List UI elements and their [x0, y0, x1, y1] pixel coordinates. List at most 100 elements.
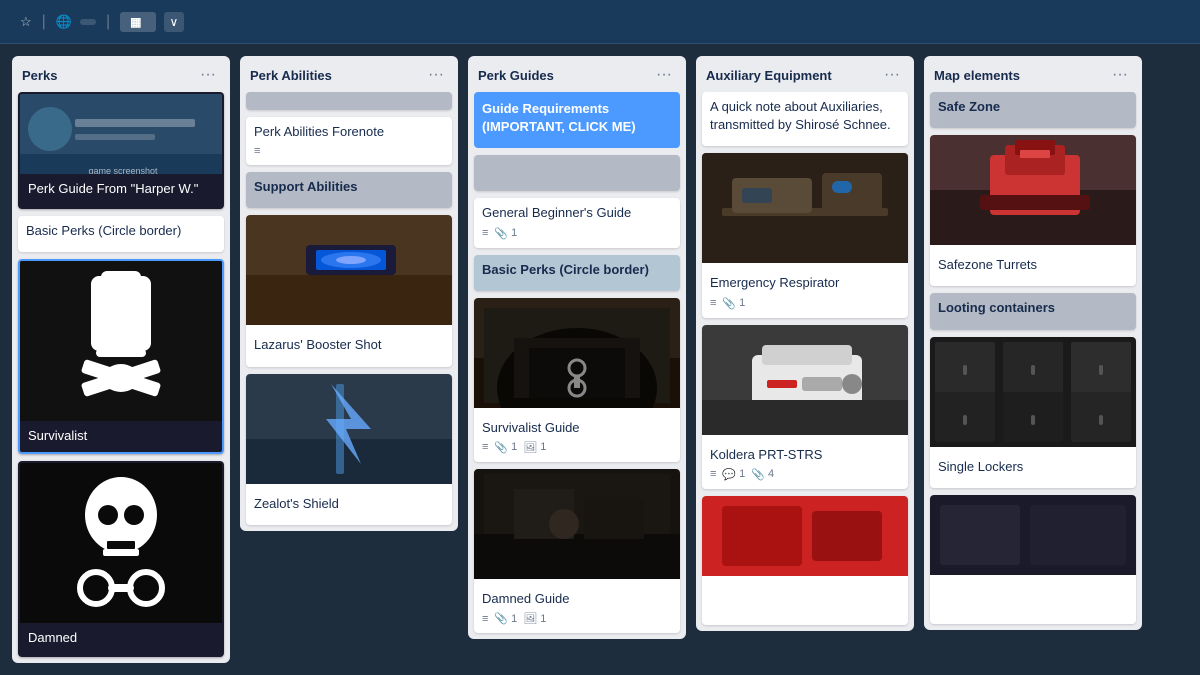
attachment-icon: 📎 — [494, 441, 508, 454]
svg-text:game screenshot: game screenshot — [88, 166, 158, 174]
card-body: Support Abilities — [246, 172, 452, 208]
card-title: Safe Zone — [938, 98, 1128, 116]
card-title: Perk Guide From "Harper W." — [28, 180, 214, 198]
column-menu-button[interactable]: ··· — [880, 64, 904, 86]
card[interactable]: Damned Guide ≡📎1🖼1 — [474, 469, 680, 633]
column-header: Auxiliary Equipment ··· — [696, 56, 914, 92]
card-body: Basic Perks (Circle border) — [18, 216, 224, 251]
divider: | — [42, 13, 46, 31]
card-body: Lazarus' Booster Shot — [246, 330, 452, 366]
card[interactable]: General Beginner's Guide ≡📎1 — [474, 198, 680, 247]
attachment-badge: 📎1 — [722, 297, 745, 310]
card[interactable] — [930, 495, 1136, 624]
column-menu-button[interactable]: ··· — [652, 64, 676, 86]
column-title: Perks — [22, 68, 57, 83]
card[interactable]: Emergency Respirator ≡ 📎1 — [702, 153, 908, 317]
image-count: 1 — [540, 613, 546, 625]
attachment-count: 1 — [511, 441, 517, 453]
card[interactable] — [246, 92, 452, 110]
card[interactable]: Koldera PRT-STRS ≡💬1📎4 — [702, 325, 908, 489]
card-title: Emergency Respirator — [710, 274, 900, 292]
card-body: Survivalist Guide ≡📎1🖼1 — [474, 413, 680, 462]
card[interactable]: Safezone Turrets — [930, 135, 1136, 286]
column-title: Perk Guides — [478, 68, 554, 83]
column-cards: Safe Zone Safezone Turrets Looting conta… — [924, 92, 1142, 630]
card-title: Lazarus' Booster Shot — [254, 336, 444, 354]
image-badge: 🖼1 — [523, 441, 546, 454]
visibility-badge — [80, 19, 96, 25]
card[interactable]: Damned — [18, 461, 224, 657]
description-badge: ≡ — [482, 441, 488, 453]
card[interactable]: Basic Perks (Circle border) — [474, 255, 680, 291]
card-image — [20, 463, 222, 623]
card-title: Safezone Turrets — [938, 256, 1128, 274]
column-menu-button[interactable]: ··· — [196, 64, 220, 86]
column-header: Perk Abilities ··· — [240, 56, 458, 92]
attachment-icon: 📎 — [751, 468, 765, 481]
card[interactable]: Guide Requirements (IMPORTANT, CLICK ME) — [474, 92, 680, 148]
card-body: Damned Guide ≡📎1🖼1 — [474, 584, 680, 633]
column-perk-abilities: Perk Abilities ··· Perk Abilities Foreno… — [240, 56, 458, 531]
card[interactable]: Survivalist — [18, 259, 224, 455]
board-chevron-button[interactable]: ∨ — [164, 12, 185, 32]
card[interactable]: Single Lockers — [930, 337, 1136, 488]
image-badge: 🖼1 — [523, 612, 546, 625]
description-icon: ≡ — [482, 227, 488, 239]
description-badge: ≡ — [254, 145, 260, 157]
card-title: Guide Requirements (IMPORTANT, CLICK ME) — [482, 100, 672, 136]
card[interactable]: Survivalist Guide ≡📎1🖼1 — [474, 298, 680, 462]
column-cards: Perk Abilities Forenote ≡ Support Abilit… — [240, 92, 458, 531]
card[interactable]: Support Abilities — [246, 172, 452, 208]
board-view-button[interactable]: ▦ — [120, 12, 155, 32]
card-badges: ≡💬1📎4 — [710, 468, 900, 481]
card[interactable] — [474, 155, 680, 191]
card-image — [930, 337, 1136, 452]
card[interactable]: Basic Perks (Circle border) — [18, 216, 224, 251]
description-badge: ≡ — [710, 297, 716, 309]
card-title: Zealot's Shield — [254, 495, 444, 513]
description-icon: ≡ — [710, 297, 716, 309]
card[interactable] — [702, 496, 908, 625]
card[interactable]: Looting containers — [930, 293, 1136, 329]
card[interactable]: Lazarus' Booster Shot — [246, 215, 452, 366]
description-icon: ≡ — [482, 441, 488, 453]
description-icon: ≡ — [254, 145, 260, 157]
attachment-count: 4 — [768, 468, 774, 480]
card-body: Damned — [20, 623, 222, 657]
card[interactable]: game screenshot Perk Guide From "Harper … — [18, 92, 224, 209]
card-body: Perk Abilities Forenote ≡ — [246, 117, 452, 165]
card-body: Perk Guide From "Harper W." — [20, 174, 222, 209]
card[interactable]: Perk Abilities Forenote ≡ — [246, 117, 452, 165]
card-body — [930, 610, 1136, 624]
card-title: Basic Perks (Circle border) — [482, 261, 672, 279]
card[interactable]: A quick note about Auxiliaries, transmit… — [702, 92, 908, 146]
card-title: Damned — [28, 629, 214, 647]
card-body — [702, 611, 908, 625]
image-icon: 🖼 — [523, 612, 537, 625]
card-image — [474, 298, 680, 413]
comment-icon: 💬 — [722, 468, 736, 481]
attachment-count: 1 — [739, 297, 745, 309]
attachment-badge: 📎4 — [751, 468, 774, 481]
column-cards: game screenshot Perk Guide From "Harper … — [12, 92, 230, 663]
card-title: General Beginner's Guide — [482, 204, 672, 222]
card-image — [20, 261, 222, 421]
column-menu-button[interactable]: ··· — [424, 64, 448, 86]
board-icon: ▦ — [130, 15, 141, 29]
card[interactable]: Safe Zone — [930, 92, 1136, 128]
star-icon[interactable]: ☆ — [20, 14, 32, 30]
card-body: Guide Requirements (IMPORTANT, CLICK ME) — [474, 92, 680, 148]
column-header: Perk Guides ··· — [468, 56, 686, 92]
card-body: General Beginner's Guide ≡📎1 — [474, 198, 680, 247]
globe-icon: 🌐 — [56, 14, 72, 30]
column-menu-button[interactable]: ··· — [1108, 64, 1132, 86]
card[interactable]: Zealot's Shield — [246, 374, 452, 525]
card-badges: ≡📎1🖼1 — [482, 612, 672, 625]
description-icon: ≡ — [482, 613, 488, 625]
divider2: | — [106, 13, 110, 31]
description-badge: ≡ — [482, 613, 488, 625]
card-body: Emergency Respirator ≡ 📎1 — [702, 268, 908, 317]
card-body: Basic Perks (Circle border) — [474, 255, 680, 291]
column-header: Perks ··· — [12, 56, 230, 92]
column-map-elements: Map elements ··· Safe Zone Safezone Turr… — [924, 56, 1142, 630]
